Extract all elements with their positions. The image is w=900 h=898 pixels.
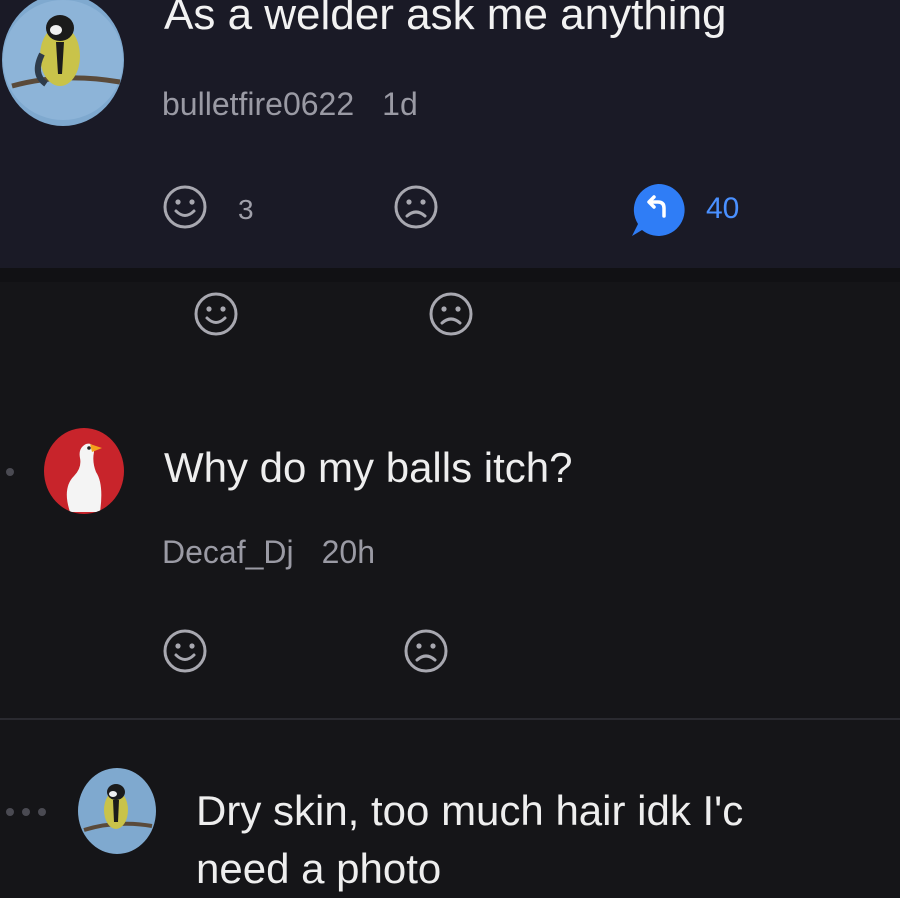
post-title[interactable]: As a welder ask me anything [164,0,727,40]
post-author-avatar[interactable] [2,0,124,126]
reply-text-line: need a photo [196,845,442,892]
thread-dot [38,808,46,816]
post-upvote-count: 3 [238,194,254,225]
frown-icon[interactable] [403,628,449,674]
post-age: 1d [382,86,418,122]
reply-text-line: Dry skin, too much hair idk I'c [196,787,744,834]
smile-icon[interactable] [162,184,208,230]
reply-text: Dry skin, too much hair idk I'c need a p… [196,782,743,898]
post-separator [0,268,900,282]
frown-icon[interactable] [428,291,474,337]
thread-divider [0,718,900,720]
thread-dot [6,468,14,476]
comment-meta: Decaf_Dj 20h [162,534,375,571]
post-card[interactable]: As a welder ask me anything bulletfire06… [0,0,900,268]
reply-author-avatar[interactable] [78,768,156,854]
smile-icon[interactable] [193,291,239,337]
thread-dot [22,808,30,816]
comment-author-avatar[interactable] [44,428,124,514]
post-meta: bulletfire0622 1d [162,86,418,123]
frown-icon[interactable] [393,184,439,230]
smile-icon[interactable] [162,628,208,674]
comment-age: 20h [321,534,375,570]
thread-dot [6,808,14,816]
post-reply-count[interactable]: 40 [706,192,739,226]
reply-bubble-icon[interactable] [628,180,688,240]
comment-author-name[interactable]: Decaf_Dj [162,534,294,570]
post-author-name[interactable]: bulletfire0622 [162,86,354,122]
comment-text: Why do my balls itch? [164,444,573,491]
